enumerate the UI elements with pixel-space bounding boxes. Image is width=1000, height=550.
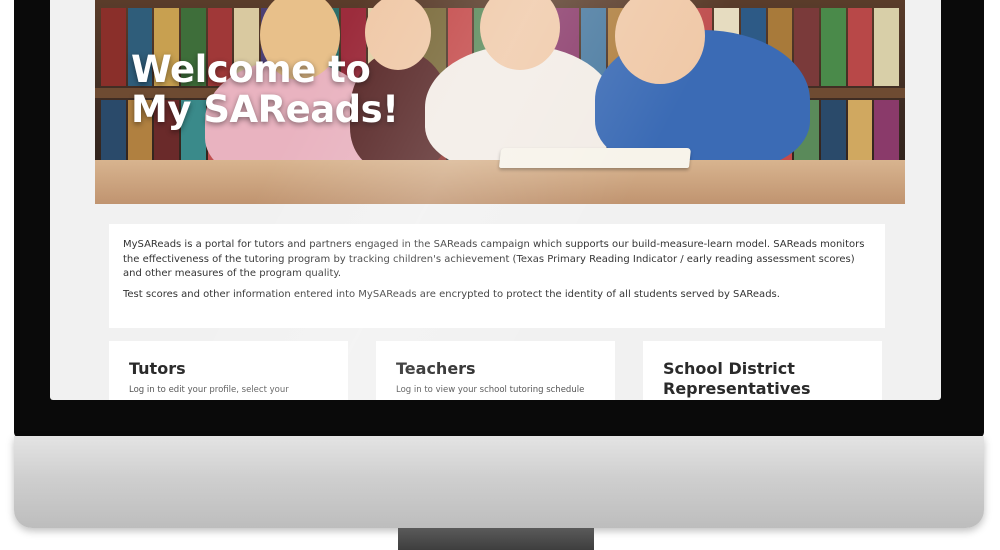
district-reps-card-title: School District Representatives — [663, 359, 811, 398]
district-reps-card[interactable]: School District Representatives — [643, 341, 882, 400]
hero-title-line-2: My SAReads! — [131, 88, 399, 131]
monitor-chin — [14, 436, 984, 528]
tutors-card-title: Tutors — [129, 359, 186, 378]
monitor-screen: Welcome to My SAReads! MySAReads is a po… — [50, 0, 941, 400]
tutors-card[interactable]: Tutors Log in to edit your profile, sele… — [109, 341, 348, 400]
monitor-stand — [398, 528, 594, 550]
intro-paragraph-1: MySAReads is a portal for tutors and par… — [123, 239, 865, 279]
open-book — [498, 148, 692, 168]
teachers-card[interactable]: Teachers Log in to view your school tuto… — [376, 341, 615, 400]
teachers-card-description: Log in to view your school tutoring sche… — [396, 385, 585, 395]
intro-paragraph-2: Test scores and other information entere… — [123, 288, 780, 300]
hero-title: Welcome to My SAReads! — [131, 50, 399, 130]
intro-card: MySAReads is a portal for tutors and par… — [109, 224, 885, 328]
tutors-card-description: Log in to edit your profile, select your — [129, 385, 289, 395]
hero-title-line-1: Welcome to — [131, 48, 371, 91]
hero-banner: Welcome to My SAReads! — [95, 0, 905, 204]
teachers-card-title: Teachers — [396, 359, 476, 378]
